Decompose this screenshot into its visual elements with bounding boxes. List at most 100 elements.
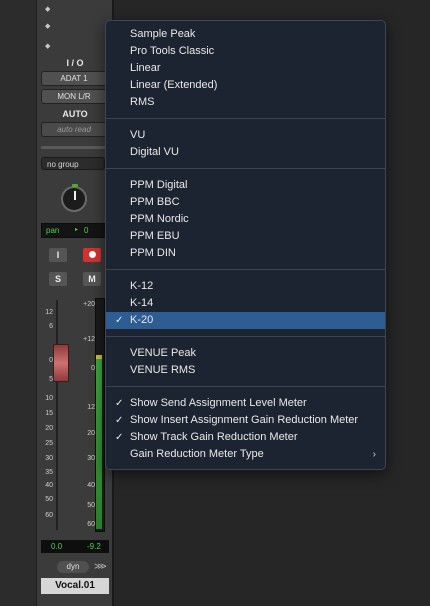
slot-arrow-icon: ◆ — [45, 23, 51, 30]
menu-item[interactable]: ✓ Show Send Assignment Level Meter — [106, 395, 385, 412]
group-selector[interactable]: no group — [41, 157, 105, 170]
dyn-button[interactable]: dyn — [57, 561, 89, 573]
menu-item-label: VENUE Peak — [130, 347, 197, 359]
menu-separator — [106, 168, 385, 169]
waveform-icon: ⋙ — [94, 561, 107, 571]
menu-item-label: Show Send Assignment Level Meter — [130, 397, 307, 409]
fader-scale-label: 50 — [45, 496, 53, 503]
mute-button[interactable]: M — [83, 272, 101, 286]
menu-item[interactable]: K-14 — [106, 295, 385, 312]
menu-item[interactable]: VENUE RMS — [106, 362, 385, 379]
volume-value: 0.0 — [51, 542, 63, 551]
fader-scale-label: 20 — [45, 425, 53, 432]
menu-item-label: Show Track Gain Reduction Meter — [130, 431, 298, 443]
menu-item-label: PPM Digital — [130, 179, 188, 191]
meter-scale-label: 60 — [87, 521, 95, 528]
pan-value: 0 — [84, 226, 89, 235]
menu-item[interactable]: VENUE Peak — [106, 345, 385, 362]
slot-arrow-icon: ◆ — [45, 43, 51, 50]
pan-label: pan — [46, 226, 60, 235]
menu-item-label: PPM BBC — [130, 196, 180, 208]
output-selector[interactable]: MON L/R — [41, 89, 107, 104]
meter-scale-label: 12 — [87, 404, 95, 411]
menu-item[interactable]: VU — [106, 127, 385, 144]
track-name[interactable]: Vocal.01 — [41, 578, 109, 594]
input-monitor-button[interactable]: I — [49, 248, 67, 262]
checkmark-icon: ✓ — [115, 415, 124, 426]
menu-item[interactable]: K-12 — [106, 278, 385, 295]
menu-item-label: Pro Tools Classic — [130, 45, 215, 57]
pan-readout[interactable]: pan ▸ 0 — [41, 223, 107, 238]
fader-scale-label: 12 — [45, 309, 53, 316]
volume-fader[interactable] — [53, 344, 69, 382]
menu-item-label: Sample Peak — [130, 28, 196, 40]
fader-track — [56, 300, 58, 530]
submenu-arrow-icon: › — [372, 449, 376, 460]
menu-item[interactable]: Linear (Extended) — [106, 77, 385, 94]
menu-item[interactable]: PPM EBU — [106, 228, 385, 245]
menu-item-label: K-20 — [130, 314, 154, 326]
meter-scale-label: 0 — [91, 365, 95, 372]
fader-scale-label: 6 — [49, 323, 53, 330]
checkmark-icon: ✓ — [115, 398, 124, 409]
meter-scale-label: 40 — [87, 482, 95, 489]
menu-item-label: VU — [130, 129, 146, 141]
menu-item[interactable]: ✓ K-20 — [106, 312, 385, 329]
menu-item[interactable]: Pro Tools Classic — [106, 43, 385, 60]
meter-type-context-menu: Sample Peak Pro Tools Classic Linear Linear… — [105, 20, 386, 470]
level-meter-fill — [96, 355, 102, 529]
menu-item[interactable]: PPM Digital — [106, 177, 385, 194]
fader-scale-label: 15 — [45, 410, 53, 417]
meter-scale-label: 50 — [87, 502, 95, 509]
menu-item-label: PPM EBU — [130, 230, 180, 242]
menu-item-label: PPM DIN — [130, 247, 176, 259]
menu-item-label: RMS — [130, 96, 155, 108]
menu-item-label: Gain Reduction Meter Type — [130, 448, 264, 460]
peak-value: -9.2 — [87, 542, 101, 551]
menu-item[interactable]: PPM DIN — [106, 245, 385, 262]
level-readout: 0.0 -9.2 — [41, 540, 109, 553]
pan-indicator — [72, 184, 78, 187]
menu-item[interactable]: Linear — [106, 60, 385, 77]
fader-scale-label: 10 — [45, 395, 53, 402]
menu-item-label: K-12 — [130, 280, 154, 292]
mixer-channel-strip: ◆ ◆ ◆ I / O ADAT 1 MON L/R AUTO auto rea… — [36, 0, 113, 606]
input-selector[interactable]: ADAT 1 — [41, 71, 107, 86]
menu-item[interactable]: Digital VU — [106, 144, 385, 161]
menu-separator — [106, 336, 385, 337]
menu-item[interactable]: Gain Reduction Meter Type › — [106, 446, 385, 463]
menu-item[interactable]: ✓ Show Insert Assignment Gain Reduction M… — [106, 412, 385, 429]
left-edge-panel — [0, 0, 36, 606]
meter-scale-label: +12 — [83, 336, 95, 343]
menu-item[interactable]: ✓ Show Track Gain Reduction Meter — [106, 429, 385, 446]
record-enable-button[interactable] — [83, 248, 101, 262]
menu-item[interactable]: PPM Nordic — [106, 211, 385, 228]
send-slot[interactable]: ◆ — [41, 40, 107, 50]
menu-separator — [106, 386, 385, 387]
io-section-label: I / O — [66, 58, 84, 68]
menu-item-label: Linear — [130, 62, 161, 74]
record-icon — [88, 251, 96, 258]
divider-bar — [41, 146, 107, 149]
fader-scale-label: 5 — [49, 376, 53, 383]
checkmark-icon: ✓ — [115, 315, 124, 326]
pan-pointer — [74, 191, 76, 200]
fader-scale-label: 0 — [49, 357, 53, 364]
automation-section-label: AUTO — [62, 109, 88, 119]
checkmark-icon: ✓ — [115, 432, 124, 443]
menu-item[interactable]: Sample Peak — [106, 26, 385, 43]
menu-item[interactable]: RMS — [106, 94, 385, 111]
menu-item-label: K-14 — [130, 297, 154, 309]
menu-item[interactable]: PPM BBC — [106, 194, 385, 211]
meter-scale-label: 30 — [87, 455, 95, 462]
menu-item-label: Show Insert Assignment Gain Reduction Me… — [130, 414, 359, 426]
insert-slot[interactable]: ◆ — [41, 20, 107, 30]
pan-knob[interactable] — [61, 184, 87, 212]
solo-button[interactable]: S — [49, 272, 67, 286]
menu-separator — [106, 269, 385, 270]
fader-scale-label: 60 — [45, 512, 53, 519]
automation-mode-selector[interactable]: auto read — [41, 122, 107, 137]
insert-slot[interactable]: ◆ — [41, 3, 107, 13]
menu-item-label: PPM Nordic — [130, 213, 189, 225]
menu-separator — [106, 118, 385, 119]
